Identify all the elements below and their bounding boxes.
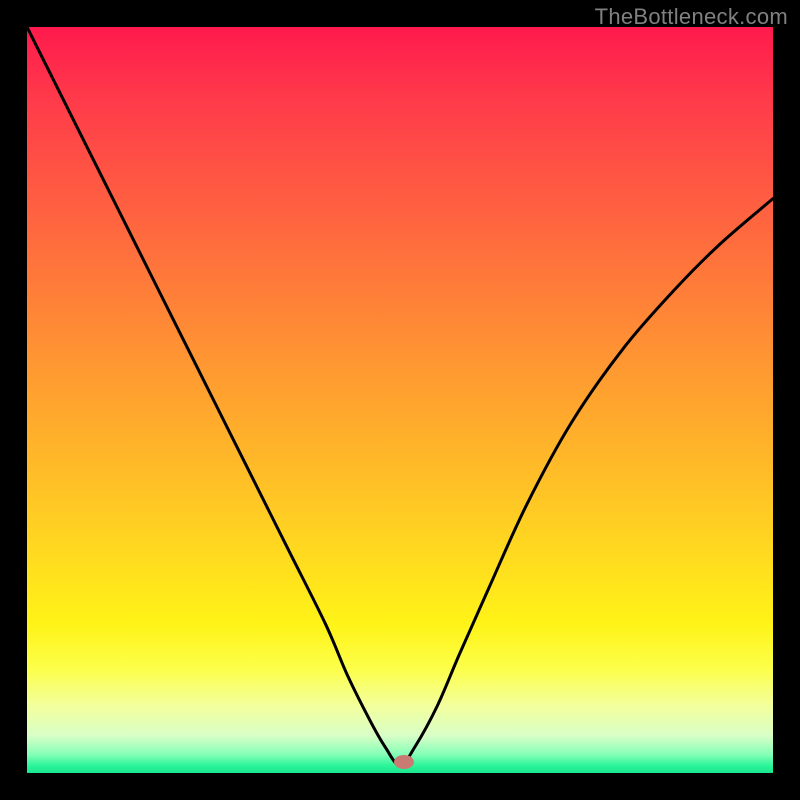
chart-frame: TheBottleneck.com: [0, 0, 800, 800]
bottleneck-curve: [27, 27, 773, 773]
minimum-marker: [394, 755, 414, 769]
plot-area: [27, 27, 773, 773]
watermark-text: TheBottleneck.com: [595, 4, 788, 30]
